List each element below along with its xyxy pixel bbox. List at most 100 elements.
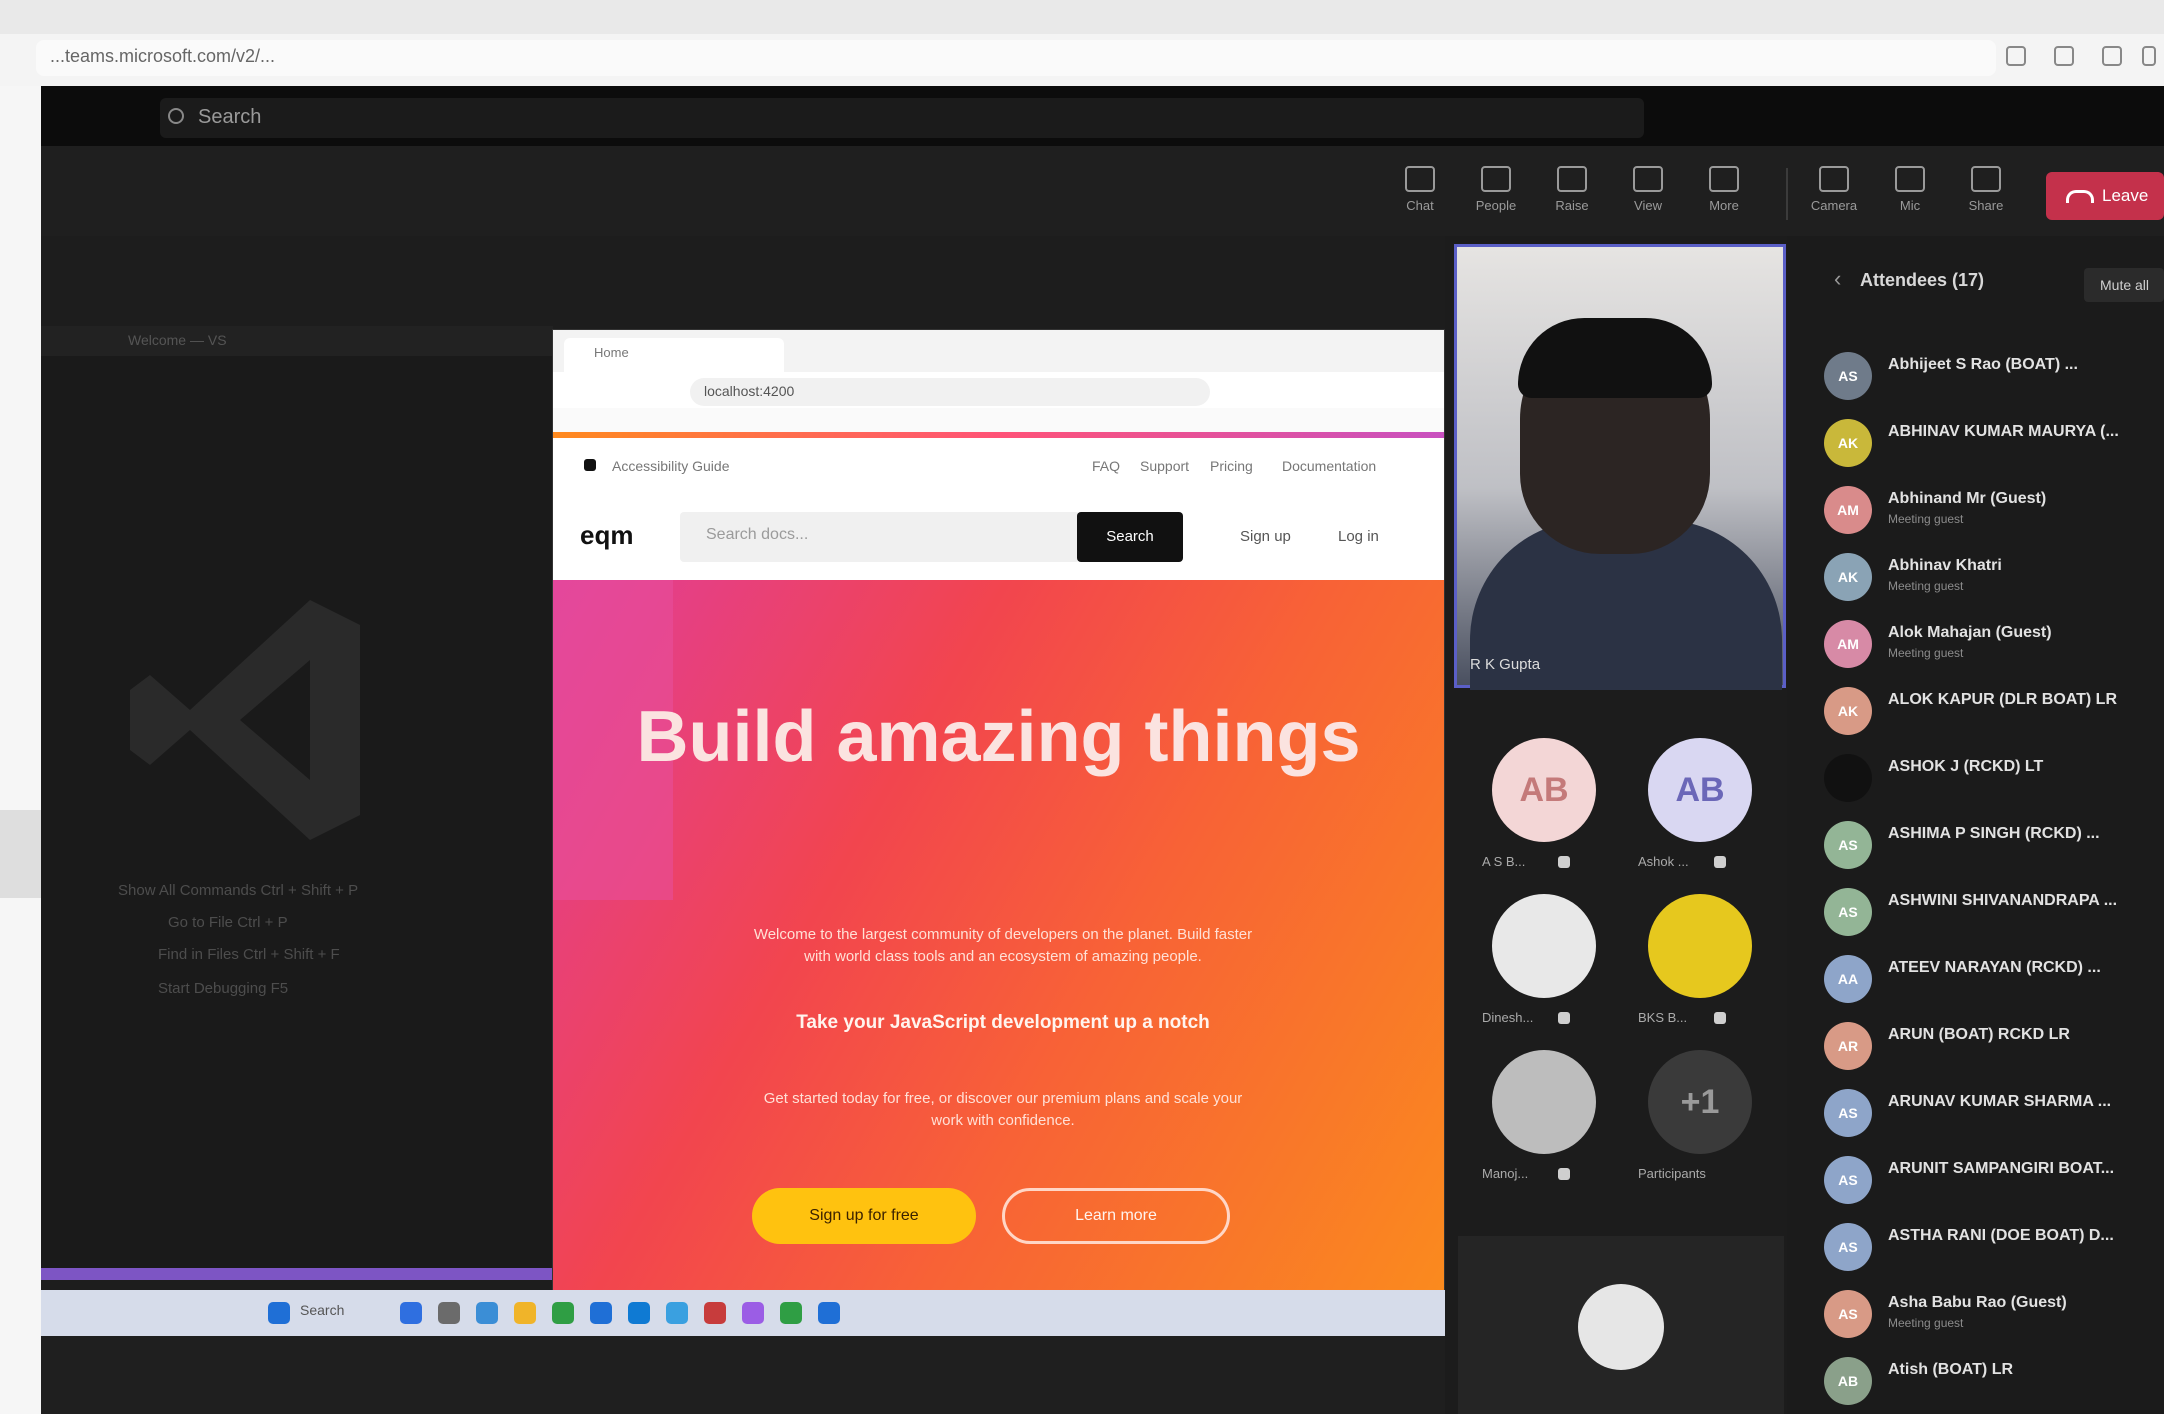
presenter-name: R K Gupta	[1470, 656, 1541, 673]
participant-avatar: AS	[1824, 1156, 1872, 1204]
taskbar-app-icon[interactable]	[742, 1302, 764, 1324]
more-icon[interactable]	[2142, 46, 2156, 66]
toolbar-camera-button[interactable]: Camera	[1804, 160, 1864, 232]
participant-row[interactable]: AS ASTHA RANI (DOE BOAT) D...	[1824, 1215, 2164, 1277]
mic-muted-icon	[1714, 856, 1726, 868]
participant-row[interactable]: AS ARUNAV KUMAR SHARMA ...	[1824, 1081, 2164, 1143]
site-nav-faq[interactable]: FAQ	[1092, 458, 1120, 474]
participant-name: ATEEV NARAYAN (RCKD) ...	[1888, 959, 2101, 976]
mic-icon	[1895, 166, 1925, 192]
participant-row[interactable]: AS Asha Babu Rao (Guest) Meeting guest	[1824, 1282, 2164, 1344]
taskbar-app-icon[interactable]	[818, 1302, 840, 1324]
participant-row[interactable]: AA ATEEV NARAYAN (RCKD) ...	[1824, 947, 2164, 1009]
participant-name: ASHOK J (RCKD) LT	[1888, 758, 2044, 775]
participant-avatar[interactable]: AB	[1648, 738, 1752, 842]
participant-row[interactable]: ASHOK J (RCKD) LT	[1824, 746, 2164, 808]
vscode-logo-icon	[130, 600, 360, 840]
participant-tile-name: Participants	[1638, 1166, 1706, 1181]
participant-name: Abhijeet S Rao (BOAT) ...	[1888, 356, 2078, 373]
taskbar-search[interactable]: Search	[300, 1302, 344, 1318]
participant-row[interactable]: AS ASHWINI SHIVANANDRAPA ...	[1824, 880, 2164, 942]
toolbar-share-button[interactable]: Share	[1956, 160, 2016, 232]
site-nav-support[interactable]: Support	[1140, 458, 1189, 474]
signup-link[interactable]: Sign up	[1240, 528, 1291, 545]
participant-name: ARUNAV KUMAR SHARMA ...	[1888, 1093, 2112, 1110]
taskbar-app-icon[interactable]	[628, 1302, 650, 1324]
toolbar-label: Raise	[1555, 198, 1589, 213]
toolbar-label: Camera	[1810, 198, 1858, 213]
participant-avatar: AK	[1824, 687, 1872, 735]
participant-name: ARUNIT SAMPANGIRI BOAT...	[1888, 1160, 2115, 1177]
left-page-strip	[0, 86, 41, 1414]
participant-row[interactable]: AR ARUN (BOAT) RCKD LR	[1824, 1014, 2164, 1076]
participant-row[interactable]: AS Abhijeet S Rao (BOAT) ...	[1824, 344, 2164, 406]
taskbar-app-icon[interactable]	[666, 1302, 688, 1324]
extensions-icon[interactable]	[2054, 46, 2074, 66]
taskbar-app-icon[interactable]	[400, 1302, 422, 1324]
taskbar-app-icon[interactable]	[552, 1302, 574, 1324]
view-icon	[1633, 166, 1663, 192]
participant-row[interactable]: AM Abhinand Mr (Guest) Meeting guest	[1824, 478, 2164, 540]
taskbar-app-icon[interactable]	[590, 1302, 612, 1324]
participant-row[interactable]: AK ABHINAV KUMAR MAURYA (...	[1824, 411, 2164, 473]
mute-all-button[interactable]: Mute all	[2084, 268, 2164, 302]
taskbar-app-icon[interactable]	[514, 1302, 536, 1324]
toolbar-view-button[interactable]: View	[1618, 160, 1678, 232]
taskbar-app-icon[interactable]	[438, 1302, 460, 1324]
participant-row[interactable]: AM Alok Mahajan (Guest) Meeting guest	[1824, 612, 2164, 674]
participant-avatar: AS	[1824, 352, 1872, 400]
participant-avatar[interactable]	[1492, 894, 1596, 998]
participant-name: ALOK KAPUR (DLR BOAT) LR	[1888, 691, 2118, 708]
site-nav-documentation[interactable]: Documentation	[1282, 458, 1376, 474]
taskbar-app-icon[interactable]	[780, 1302, 802, 1324]
participant-avatar[interactable]: AB	[1492, 738, 1596, 842]
vscode-statusbar	[41, 1268, 553, 1280]
participant-avatar	[1824, 754, 1872, 802]
toolbar-label: Mic	[1899, 198, 1921, 213]
participant-tile-name: Dinesh...	[1482, 1010, 1534, 1025]
cta-primary-button[interactable]: Sign up for free	[752, 1188, 976, 1244]
back-chevron-icon[interactable]: ‹	[1834, 266, 1841, 292]
leave-button[interactable]: Leave	[2046, 172, 2164, 220]
self-avatar	[1578, 1284, 1664, 1370]
split-view-icon[interactable]	[2102, 46, 2122, 66]
participant-avatar[interactable]: +1	[1648, 1050, 1752, 1154]
star-icon[interactable]	[2006, 46, 2026, 66]
participant-row[interactable]: AK Abhinav Khatri Meeting guest	[1824, 545, 2164, 607]
participant-row[interactable]: AK ALOK KAPUR (DLR BOAT) LR	[1824, 679, 2164, 741]
toolbar-people-button[interactable]: People	[1466, 160, 1526, 232]
participant-avatar[interactable]	[1648, 894, 1752, 998]
vscode-shortcut-hint: Show All Commands Ctrl + Shift + P	[118, 882, 359, 899]
toolbar-raise-button[interactable]: Raise	[1542, 160, 1602, 232]
participant-row[interactable]: AS ASHIMA P SINGH (RCKD) ...	[1824, 813, 2164, 875]
site-logo-icon	[584, 459, 596, 471]
toolbar-label: More	[1709, 198, 1739, 213]
toolbar-mic-button[interactable]: Mic	[1880, 160, 1940, 232]
participant-name: Abhinav Khatri	[1888, 557, 2002, 574]
browser-tabstrip	[0, 0, 2164, 34]
cta-secondary-button[interactable]: Learn more	[1002, 1188, 1230, 1244]
login-link[interactable]: Log in	[1338, 528, 1379, 545]
site-nav-pricing[interactable]: Pricing	[1210, 458, 1253, 474]
site-search-button[interactable]: Search	[1077, 512, 1183, 562]
inner-tab-title: Home	[594, 345, 629, 360]
participant-name: ASHIMA P SINGH (RCKD) ...	[1888, 825, 2100, 842]
site-brand[interactable]: eqm	[580, 520, 633, 551]
participant-name: ASTHA RANI (DOE BOAT) D...	[1888, 1227, 2114, 1244]
camera-icon	[1819, 166, 1849, 192]
participant-row[interactable]: AS ARUNIT SAMPANGIRI BOAT...	[1824, 1148, 2164, 1210]
teams-search-input[interactable]	[160, 98, 1644, 138]
toolbar-chat-button[interactable]: Chat	[1390, 160, 1450, 232]
taskbar-app-icon[interactable]	[476, 1302, 498, 1324]
start-menu-icon[interactable]	[268, 1302, 290, 1324]
participant-avatar[interactable]	[1492, 1050, 1596, 1154]
participant-row[interactable]: AB Atish (BOAT) LR	[1824, 1349, 2164, 1411]
toolbar-more-button[interactable]: More	[1694, 160, 1754, 232]
address-bar[interactable]	[36, 40, 1996, 76]
participant-name: Abhinand Mr (Guest)	[1888, 490, 2047, 507]
vscode-shortcut-hint: Start Debugging F5	[158, 980, 289, 997]
taskbar-app-icon[interactable]	[704, 1302, 726, 1324]
participant-avatar: AA	[1824, 955, 1872, 1003]
participant-tile-name: Ashok ...	[1638, 854, 1689, 869]
vscode-title: Welcome — VS	[128, 332, 227, 348]
